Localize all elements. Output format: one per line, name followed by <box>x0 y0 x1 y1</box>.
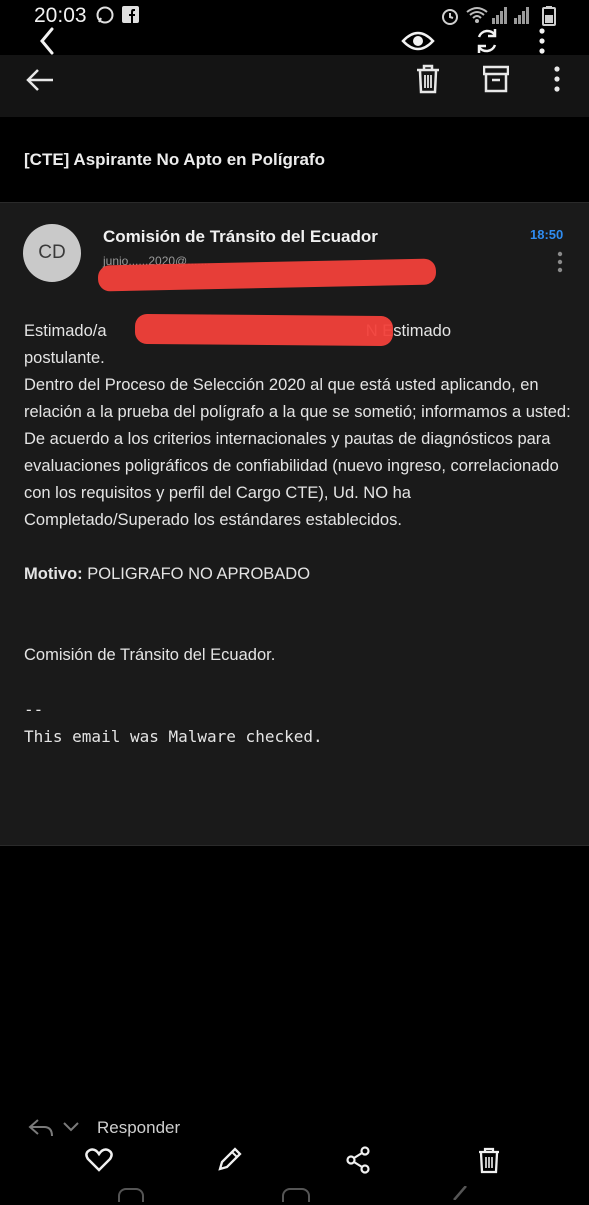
more-vertical-icon[interactable] <box>545 62 569 96</box>
signature: Comisión de Tránsito del Ecuador. <box>24 646 276 664</box>
email-subject: [CTE] Aspirante No Apto en Polígrafo <box>24 150 325 169</box>
redaction-mark <box>134 313 394 347</box>
greeting-prefix: Estimado/a <box>24 322 107 340</box>
chevron-down-icon[interactable] <box>62 1118 80 1136</box>
reply-icon[interactable] <box>26 1116 56 1140</box>
share-icon[interactable] <box>343 1146 373 1174</box>
wifi-icon <box>466 6 488 24</box>
more-vertical-icon[interactable] <box>550 250 570 274</box>
motivo-line: Motivo: POLIGRAFO NO APROBADO <box>24 561 572 588</box>
signal-icon <box>514 6 530 24</box>
message-time: 18:50 <box>530 227 564 242</box>
reply-row <box>0 1114 589 1144</box>
arrow-back-icon[interactable] <box>22 64 58 96</box>
eye-icon[interactable] <box>400 26 436 56</box>
heart-icon[interactable] <box>84 1146 114 1174</box>
email-body: Estimado/a N Estimado postulante. Dentro… <box>24 318 572 750</box>
nav-back-icon[interactable] <box>450 1185 468 1201</box>
battery-icon <box>542 6 556 26</box>
paragraph-proceso: Dentro del Proceso de Selección 2020 al … <box>24 376 571 421</box>
chevron-left-icon[interactable] <box>30 26 64 56</box>
sender-name[interactable]: Comisión de Tránsito del Ecuador <box>103 227 378 247</box>
signal-icon <box>492 6 508 24</box>
line-postulante: postulante. <box>24 349 105 367</box>
facebook-icon <box>122 6 139 23</box>
alarm-icon <box>440 6 460 26</box>
motivo-value: POLIGRAFO NO APROBADO <box>82 565 311 583</box>
malware-note: This email was Malware checked. <box>24 727 323 746</box>
status-time: 20:03 <box>34 4 87 27</box>
archive-icon[interactable] <box>480 62 512 96</box>
paragraph-criterios: De acuerdo a los criterios internacional… <box>24 430 559 529</box>
reply-button[interactable]: Responder <box>97 1118 180 1138</box>
more-vertical-icon[interactable] <box>530 26 554 56</box>
trash-icon[interactable] <box>412 62 444 96</box>
motivo-label: Motivo: <box>24 565 83 583</box>
trash-icon[interactable] <box>474 1146 504 1174</box>
pencil-icon[interactable] <box>214 1146 244 1174</box>
whatsapp-icon <box>96 6 114 24</box>
signature-separator: -- <box>24 700 44 719</box>
sync-icon[interactable] <box>470 26 504 56</box>
avatar[interactable]: CD <box>23 224 81 282</box>
